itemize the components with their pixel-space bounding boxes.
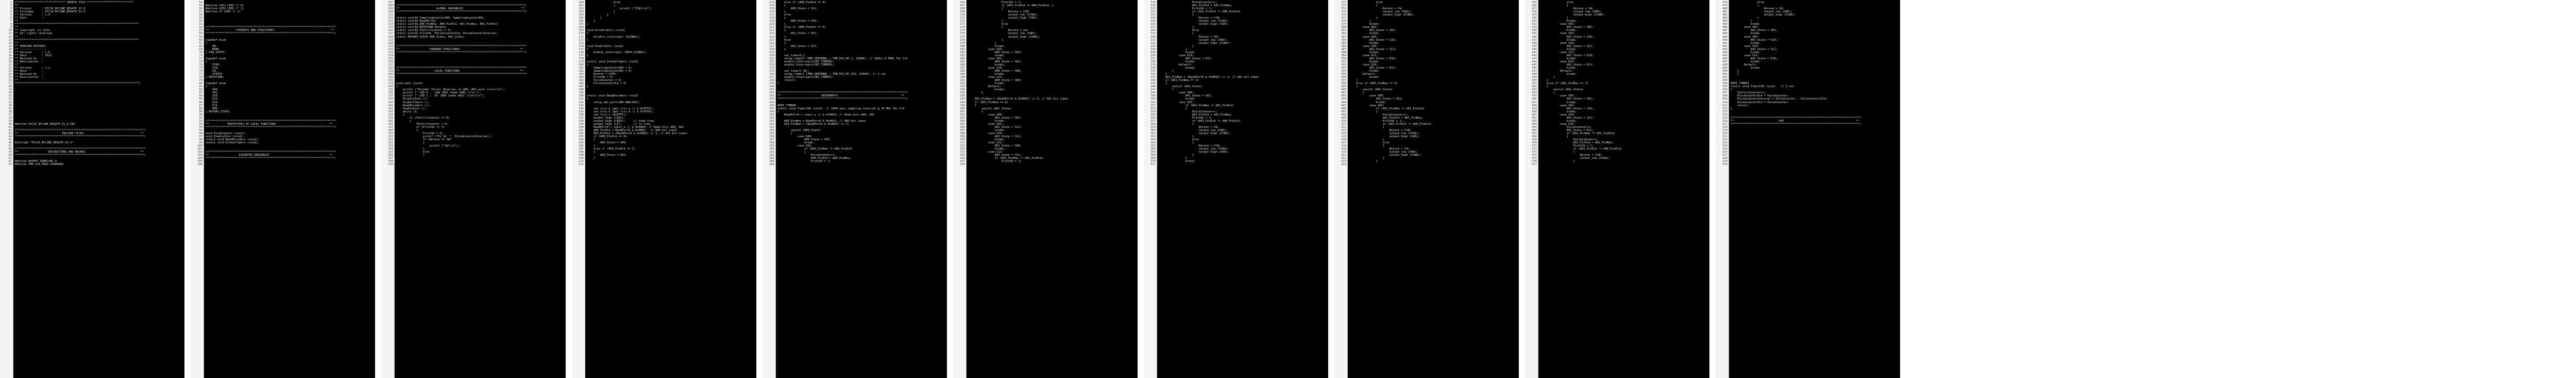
- code-area[interactable]: else { Rotate = CW; output_low (CWO); ou…: [1348, 0, 1519, 378]
- line-number-gutter: 107 108 109 110 111 112 113 114 115 116 117 118 119 1…: [381, 0, 395, 378]
- code-pane[interactable]: 319 320 321 322 323 324 325 326 327 328 329 330 331 3…: [1144, 0, 1328, 378]
- line-number: 53: [8, 163, 12, 167]
- line-number: 212: [579, 163, 584, 167]
- line-number-gutter: 372 373 374 375 376 377 378 379 380 381 382 383 384 3…: [1334, 0, 1348, 378]
- code-area[interactable]: #define LED1 LEDS (* 0) #define LED2 LEDS…: [204, 0, 375, 378]
- line-number: 159: [388, 163, 393, 167]
- code-area[interactable]: else { printf ("CCW\r\n"); } } } }} void …: [585, 0, 756, 378]
- line-number-gutter: 1 2 3 4 5 6 7 8 9 10 11 12 13 14 15 16 17 18 19 20 21 22 23 24 2…: [0, 0, 13, 378]
- code-pane[interactable]: 107 108 109 110 111 112 113 114 115 116 117 118 119 1…: [381, 0, 566, 378]
- code-line: #define TMR_CLK_FREQ 16000000: [15, 163, 64, 167]
- code-area[interactable]: else { Rotate = CW; output_low (CWO); ou…: [1729, 0, 1900, 378]
- line-number: 424: [1341, 163, 1346, 167]
- line-number: 265: [769, 163, 774, 167]
- line-number: 318: [960, 163, 965, 167]
- code-pane[interactable]: 160 161 162 163 164 165 166 167 168 169 170 171 172 1…: [572, 0, 756, 378]
- code-pane[interactable]: 372 373 374 375 376 377 378 379 380 381 382 383 384 3…: [1334, 0, 1519, 378]
- code-area[interactable]: PrintOk = 1; if (A01_PinOld == A00_PinOl…: [967, 0, 1138, 378]
- code-area[interactable]: /***************************************…: [395, 0, 566, 378]
- line-number-gutter: 54 55 56 57 58 59 60 61 62 63 64 65 66 67 68 69 70 71 72 73…: [191, 0, 204, 378]
- line-number-gutter: 319 320 321 322 323 324 325 326 327 328 329 330 331 3…: [1144, 0, 1157, 378]
- line-number-gutter: 425 426 427 428 429 430 431 432 433 434 435 436 437 4…: [1525, 0, 1538, 378]
- line-number: 477: [1532, 163, 1537, 167]
- line-number-gutter: 266 267 268 269 270 271 272 273 274 275 276 277 278 2…: [953, 0, 967, 378]
- line-number: 371: [1150, 163, 1156, 167]
- line-number-gutter: 213 214 215 216 217 218 219 220 221 222 223 224 225 2…: [762, 0, 776, 378]
- code-pane[interactable]: 213 214 215 216 217 218 219 220 221 222 223 224 225 2…: [762, 0, 947, 378]
- code-area[interactable]: else { Rotate = CW; output_low (CWO); ou…: [1538, 0, 1709, 378]
- code-pane[interactable]: 478 479 480 481 482 483 484 485 486 487 488 489 490 4…: [1716, 0, 1900, 378]
- line-number: 106: [197, 163, 202, 167]
- code-listing-strip: 1 2 3 4 5 6 7 8 9 10 11 12 13 14 15 16 17 18 19 20 21 22 23 24 2…: [0, 0, 2576, 378]
- code-pane[interactable]: 1 2 3 4 5 6 7 8 9 10 11 12 13 14 15 16 17 18 19 20 21 22 23 24 2…: [0, 0, 184, 378]
- code-pane[interactable]: 266 267 268 269 270 271 272 273 274 275 276 277 278 2…: [953, 0, 1138, 378]
- code-pane[interactable]: 54 55 56 57 58 59 60 61 62 63 64 65 66 67 68 69 70 71 72 73…: [191, 0, 375, 378]
- line-number: 530: [1722, 163, 1727, 167]
- code-area[interactable]: /***************************** SOURCE FI…: [13, 0, 184, 378]
- line-number-gutter: 160 161 162 163 164 165 166 167 168 169 170 171 172 1…: [572, 0, 585, 378]
- code-area[interactable]: else if (A00_PinOld == 0) { A00_State = …: [776, 0, 947, 378]
- code-area[interactable]: PulseCounter++; A01_PinOld = A01_PinNow;…: [1157, 0, 1328, 378]
- line-number-gutter: 478 479 480 481 482 483 484 485 486 487 488 489 490 4…: [1716, 0, 1729, 378]
- code-pane[interactable]: 425 426 427 428 429 430 431 432 433 434 435 436 437 4…: [1525, 0, 1709, 378]
